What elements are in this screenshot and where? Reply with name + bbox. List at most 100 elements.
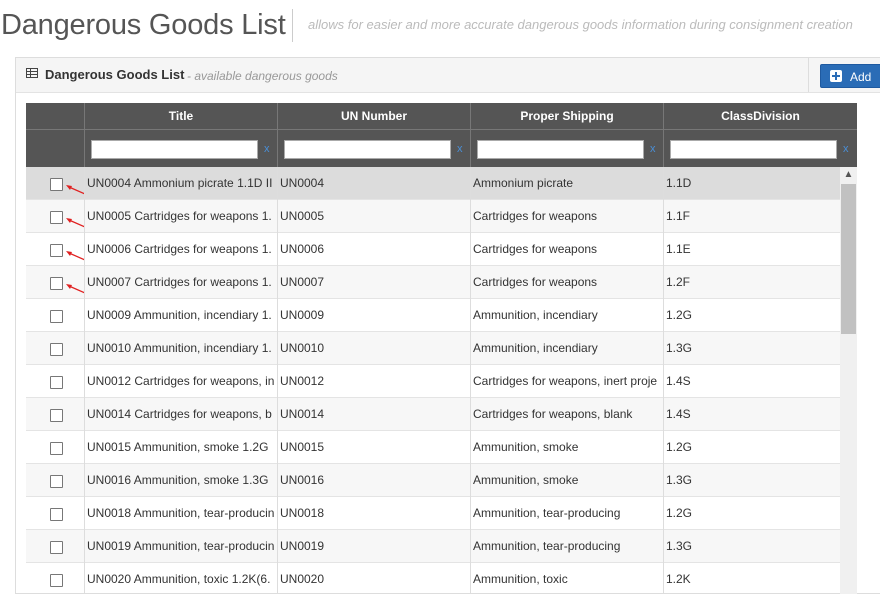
- cell-class-division: 1.2K: [663, 563, 840, 594]
- row-checkbox[interactable]: [50, 574, 63, 587]
- table-row[interactable]: UN0005 Cartridges for weapons 1. UN0005 …: [26, 200, 840, 233]
- page-header: Dangerous Goods List allows for easier a…: [0, 0, 880, 52]
- cell-un-number: UN0010: [277, 332, 470, 365]
- filter-class-division-clear-icon[interactable]: x: [843, 143, 849, 155]
- annotation-arrow-icon: [66, 218, 84, 228]
- row-checkbox[interactable]: [50, 310, 63, 323]
- cell-class-division: 1.2G: [663, 299, 840, 332]
- cell-class-division: 1.4S: [663, 365, 840, 398]
- row-checkbox[interactable]: [50, 244, 63, 257]
- title-divider: [292, 9, 293, 42]
- row-checkbox[interactable]: [50, 178, 63, 191]
- cell-un-number: UN0020: [277, 563, 470, 594]
- cell-un-number: UN0004: [277, 167, 470, 200]
- table-row[interactable]: UN0015 Ammunition, smoke 1.2G UN0015 Amm…: [26, 431, 840, 464]
- cell-title: UN0018 Ammunition, tear-producin: [84, 497, 277, 530]
- cell-proper-shipping: Ammunition, toxic: [470, 563, 663, 594]
- cell-proper-shipping: Ammunition, incendiary: [470, 299, 663, 332]
- cell-class-division: 1.1E: [663, 233, 840, 266]
- scroll-up-arrow-icon[interactable]: ▲: [840, 167, 857, 183]
- scroll-thumb[interactable]: [841, 184, 856, 334]
- cell-proper-shipping: Ammonium picrate: [470, 167, 663, 200]
- grid-filter-row: x x x x: [26, 129, 857, 168]
- header-un-number[interactable]: UN Number: [277, 103, 470, 129]
- row-checkbox[interactable]: [50, 475, 63, 488]
- row-checkbox[interactable]: [50, 541, 63, 554]
- table-row[interactable]: UN0010 Ammunition, incendiary 1. UN0010 …: [26, 332, 840, 365]
- cell-class-division: 1.3G: [663, 530, 840, 563]
- row-checkbox[interactable]: [50, 508, 63, 521]
- plus-square-icon: [830, 70, 842, 82]
- filter-proper-shipping-clear-icon[interactable]: x: [650, 143, 656, 155]
- cell-class-division: 1.2G: [663, 497, 840, 530]
- cell-un-number: UN0014: [277, 398, 470, 431]
- annotation-arrow-icon: [66, 185, 84, 195]
- row-checkbox[interactable]: [50, 442, 63, 455]
- cell-proper-shipping: Ammunition, tear-producing: [470, 497, 663, 530]
- filter-title-clear-icon[interactable]: x: [264, 143, 270, 155]
- cell-proper-shipping: Cartridges for weapons, blank: [470, 398, 663, 431]
- cell-class-division: 1.1D: [663, 167, 840, 200]
- row-checkbox[interactable]: [50, 277, 63, 290]
- table-row[interactable]: UN0019 Ammunition, tear-producin UN0019 …: [26, 530, 840, 563]
- header-proper-shipping[interactable]: Proper Shipping: [470, 103, 663, 129]
- table-row[interactable]: UN0004 Ammonium picrate 1.1D II UN0004 A…: [26, 167, 840, 200]
- row-checkbox[interactable]: [50, 376, 63, 389]
- cell-title: UN0007 Cartridges for weapons 1.: [84, 266, 277, 299]
- header-select-column: [26, 103, 84, 129]
- table-row[interactable]: UN0009 Ammunition, incendiary 1. UN0009 …: [26, 299, 840, 332]
- annotation-arrow-icon: [66, 251, 84, 261]
- table-row[interactable]: UN0014 Cartridges for weapons, b UN0014 …: [26, 398, 840, 431]
- table-row[interactable]: UN0012 Cartridges for weapons, in UN0012…: [26, 365, 840, 398]
- add-button-label: Add: [850, 70, 872, 84]
- filter-un-number-input[interactable]: [284, 140, 451, 159]
- filter-proper-shipping-input[interactable]: [477, 140, 644, 159]
- cell-un-number: UN0019: [277, 530, 470, 563]
- grid-scrollbar[interactable]: ▲: [840, 167, 857, 594]
- cell-title: UN0010 Ammunition, incendiary 1.: [84, 332, 277, 365]
- row-checkbox[interactable]: [50, 211, 63, 224]
- cell-title: UN0012 Cartridges for weapons, in: [84, 365, 277, 398]
- cell-title: UN0015 Ammunition, smoke 1.2G: [84, 431, 277, 464]
- cell-un-number: UN0012: [277, 365, 470, 398]
- cell-proper-shipping: Cartridges for weapons: [470, 233, 663, 266]
- header-title[interactable]: Title: [84, 103, 277, 129]
- filter-proper-shipping-cell: x: [470, 130, 663, 168]
- cell-un-number: UN0007: [277, 266, 470, 299]
- cell-title: UN0020 Ammunition, toxic 1.2K(6.: [84, 563, 277, 594]
- cell-class-division: 1.3G: [663, 332, 840, 365]
- cell-un-number: UN0016: [277, 464, 470, 497]
- row-checkbox[interactable]: [50, 343, 63, 356]
- dangerous-goods-grid: Title UN Number Proper Shipping ClassDiv…: [26, 103, 857, 594]
- filter-class-division-input[interactable]: [670, 140, 837, 159]
- filter-title-input[interactable]: [91, 140, 258, 159]
- cell-class-division: 1.2G: [663, 431, 840, 464]
- cell-proper-shipping: Ammunition, smoke: [470, 431, 663, 464]
- table-row[interactable]: UN0016 Ammunition, smoke 1.3G UN0016 Amm…: [26, 464, 840, 497]
- cell-un-number: UN0009: [277, 299, 470, 332]
- heading-divider: [808, 58, 809, 92]
- row-checkbox[interactable]: [50, 409, 63, 422]
- table-row[interactable]: UN0020 Ammunition, toxic 1.2K(6. UN0020 …: [26, 563, 840, 594]
- cell-un-number: UN0006: [277, 233, 470, 266]
- header-class-division[interactable]: ClassDivision: [663, 103, 857, 129]
- cell-proper-shipping: Cartridges for weapons, inert proje: [470, 365, 663, 398]
- filter-un-number-cell: x: [277, 130, 470, 168]
- cell-class-division: 1.3G: [663, 464, 840, 497]
- cell-title: UN0009 Ammunition, incendiary 1.: [84, 299, 277, 332]
- table-row[interactable]: UN0006 Cartridges for weapons 1. UN0006 …: [26, 233, 840, 266]
- table-icon: [26, 68, 38, 78]
- table-row[interactable]: UN0018 Ammunition, tear-producin UN0018 …: [26, 497, 840, 530]
- cell-un-number: UN0018: [277, 497, 470, 530]
- table-row[interactable]: UN0007 Cartridges for weapons 1. UN0007 …: [26, 266, 840, 299]
- cell-un-number: UN0015: [277, 431, 470, 464]
- add-button[interactable]: Add: [820, 64, 880, 88]
- cell-class-division: 1.1F: [663, 200, 840, 233]
- annotation-arrow-icon: [66, 284, 84, 294]
- cell-un-number: UN0005: [277, 200, 470, 233]
- filter-class-division-cell: x: [663, 130, 857, 168]
- page-subtitle: allows for easier and more accurate dang…: [308, 17, 853, 32]
- grid-header-row: Title UN Number Proper Shipping ClassDiv…: [26, 103, 857, 129]
- panel-heading: Dangerous Goods List - available dangero…: [16, 58, 880, 93]
- filter-un-number-clear-icon[interactable]: x: [457, 143, 463, 155]
